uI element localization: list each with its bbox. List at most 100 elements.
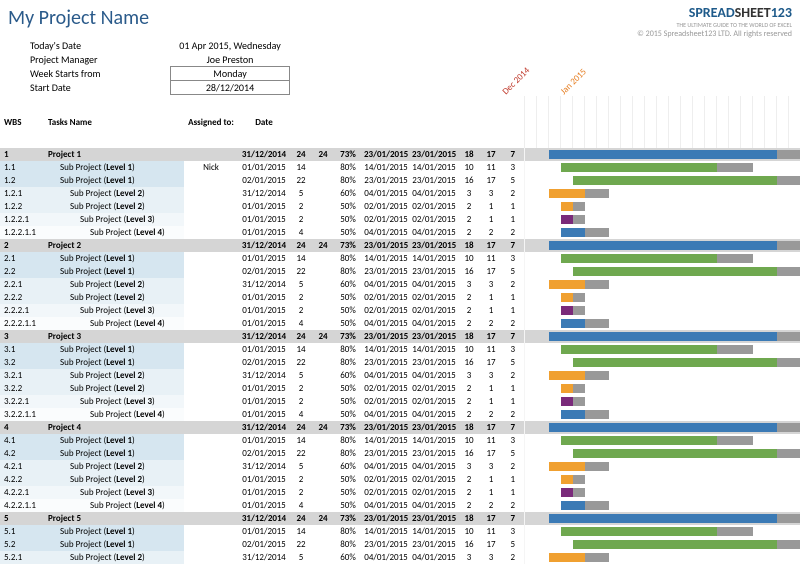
cell-val: 17 [480, 265, 502, 278]
table-row[interactable]: 1.2.1 Sub Project (Level 2) 31/12/201456… [0, 187, 800, 200]
table-row[interactable]: 2.1 Sub Project (Level 1) 01/01/20151480… [0, 252, 800, 265]
table-row[interactable]: 2.2.2.1.1 Sub Project (Level 4) 01/01/20… [0, 317, 800, 330]
cell-assign [184, 187, 238, 200]
cell-assign [184, 304, 238, 317]
gantt-bar [561, 202, 573, 211]
cell-val: 04/01/2015 [362, 499, 410, 512]
gantt-bar [561, 384, 573, 393]
table-row[interactable]: 1 Project 1 31/12/2014242473%23/01/20152… [0, 148, 800, 161]
cell-val: 2 [502, 226, 524, 239]
cell-val: 7 [502, 148, 524, 161]
table-row[interactable]: 3.2.2.1.1 Sub Project (Level 4) 01/01/20… [0, 408, 800, 421]
cell-val: 2 [458, 395, 480, 408]
cell-date: 01/01/2015 [238, 226, 290, 239]
cell-val: 5 [290, 187, 312, 200]
table-row[interactable]: 2.2.1 Sub Project (Level 2) 31/12/201456… [0, 278, 800, 291]
meta-value[interactable]: Monday [170, 66, 290, 81]
cell-task: Project 2 [46, 239, 184, 252]
cell-assign [184, 291, 238, 304]
table-row[interactable]: 4.2.2.1 Sub Project (Level 3) 01/01/2015… [0, 486, 800, 499]
gantt-table: WBS Tasks Name Assigned to: DateDuration… [0, 96, 800, 564]
gantt-bar [777, 241, 800, 250]
cell-assign [184, 265, 238, 278]
gantt-bar [561, 488, 573, 497]
cell-val: 1 [480, 486, 502, 499]
gantt-bar [549, 332, 800, 341]
cell-val: 1 [480, 304, 502, 317]
cell-task: Sub Project (Level 2) [46, 460, 184, 473]
cell-assign [184, 421, 238, 434]
table-row[interactable]: 4 Project 4 31/12/2014242473%23/01/20152… [0, 421, 800, 434]
table-row[interactable]: 5.1 Sub Project (Level 1) 01/01/20151480… [0, 525, 800, 538]
table-row[interactable]: 3.2.1 Sub Project (Level 2) 31/12/201456… [0, 369, 800, 382]
cell-val: 04/01/2015 [410, 226, 458, 239]
gantt-bar [573, 306, 585, 315]
cell-val: 22 [290, 356, 312, 369]
table-row[interactable]: 3.1 Sub Project (Level 1) 01/01/20151480… [0, 343, 800, 356]
cell-val: 2 [458, 486, 480, 499]
table-row[interactable]: 5 Project 5 31/12/2014242473%23/01/20152… [0, 512, 800, 525]
table-row[interactable]: 4.1 Sub Project (Level 1) 01/01/20151480… [0, 434, 800, 447]
table-row[interactable]: 2.2.2.1 Sub Project (Level 3) 01/01/2015… [0, 304, 800, 317]
table-row[interactable]: 1.2 Sub Project (Level 1) 02/01/20152280… [0, 174, 800, 187]
table-row[interactable]: 3 Project 3 31/12/2014242473%23/01/20152… [0, 330, 800, 343]
meta-label: Today's Date [30, 39, 170, 52]
table-row[interactable]: 4.2.2.1.1 Sub Project (Level 4) 01/01/20… [0, 499, 800, 512]
cell-val: 18 [458, 239, 480, 252]
gantt-bar [777, 176, 800, 185]
gantt-cell [524, 421, 800, 434]
cell-val: 2 [480, 226, 502, 239]
cell-val: 3 [458, 460, 480, 473]
cell-date: 02/01/2015 [238, 356, 290, 369]
table-row[interactable]: 5.2 Sub Project (Level 1) 02/01/20152280… [0, 538, 800, 551]
cell-val: 5 [290, 278, 312, 291]
table-row[interactable]: 2 Project 2 31/12/2014242473%23/01/20152… [0, 239, 800, 252]
table-row[interactable]: 5.2.1 Sub Project (Level 2) 31/12/201456… [0, 551, 800, 564]
cell-val: 2 [502, 187, 524, 200]
meta-label: Project Manager [30, 53, 170, 66]
gantt-bar [573, 540, 800, 549]
table-row[interactable]: 3.2.2 Sub Project (Level 2) 01/01/201525… [0, 382, 800, 395]
table-row[interactable]: 2.2.2 Sub Project (Level 2) 01/01/201525… [0, 291, 800, 304]
cell-val: 23/01/2015 [410, 148, 458, 161]
cell-date: 31/12/2014 [238, 421, 290, 434]
table-row[interactable]: 3.2 Sub Project (Level 1) 02/01/20152280… [0, 356, 800, 369]
cell-val: 1 [480, 213, 502, 226]
table-row[interactable]: 1.2.2.1 Sub Project (Level 3) 01/01/2015… [0, 213, 800, 226]
gantt-bar [585, 462, 609, 471]
gantt-cell [524, 304, 800, 317]
gantt-cell [524, 174, 800, 187]
cell-val [312, 408, 334, 421]
table-row[interactable]: 2.2 Sub Project (Level 1) 02/01/20152280… [0, 265, 800, 278]
col-vert-7: Remaining [502, 96, 524, 148]
cell-val: 2 [502, 278, 524, 291]
col-wbs: WBS [0, 96, 46, 148]
cell-task: Project 3 [46, 330, 184, 343]
table-row[interactable]: 4.2.2 Sub Project (Level 2) 01/01/201525… [0, 473, 800, 486]
cell-val: 80% [334, 343, 362, 356]
table-row[interactable]: 3.2.2.1 Sub Project (Level 3) 01/01/2015… [0, 395, 800, 408]
cell-val: 2 [290, 200, 312, 213]
table-row[interactable]: 4.2.1 Sub Project (Level 2) 31/12/201456… [0, 460, 800, 473]
cell-val: 04/01/2015 [362, 408, 410, 421]
meta-value[interactable]: 28/12/2014 [170, 80, 290, 95]
cell-val: 11 [480, 343, 502, 356]
col-day-20: 18 Sun [764, 96, 776, 148]
gantt-cell [524, 356, 800, 369]
cell-val [312, 265, 334, 278]
table-row[interactable]: 1.2.2.1.1 Sub Project (Level 4) 01/01/20… [0, 226, 800, 239]
meta-label: Start Date [30, 81, 170, 94]
cell-date: 01/01/2015 [238, 343, 290, 356]
cell-val: 2 [458, 213, 480, 226]
cell-val: 3 [502, 525, 524, 538]
table-row[interactable]: 1.1 Sub Project (Level 1) Nick 01/01/201… [0, 161, 800, 174]
cell-val: 2 [458, 499, 480, 512]
cell-val: 1 [480, 382, 502, 395]
cell-val: 04/01/2015 [410, 460, 458, 473]
cell-val: 73% [334, 148, 362, 161]
table-row[interactable]: 1.2.2 Sub Project (Level 2) 01/01/201525… [0, 200, 800, 213]
cell-val: 04/01/2015 [362, 317, 410, 330]
gantt-bar [777, 449, 800, 458]
gantt-cell [524, 538, 800, 551]
table-row[interactable]: 4.2 Sub Project (Level 1) 02/01/20152280… [0, 447, 800, 460]
